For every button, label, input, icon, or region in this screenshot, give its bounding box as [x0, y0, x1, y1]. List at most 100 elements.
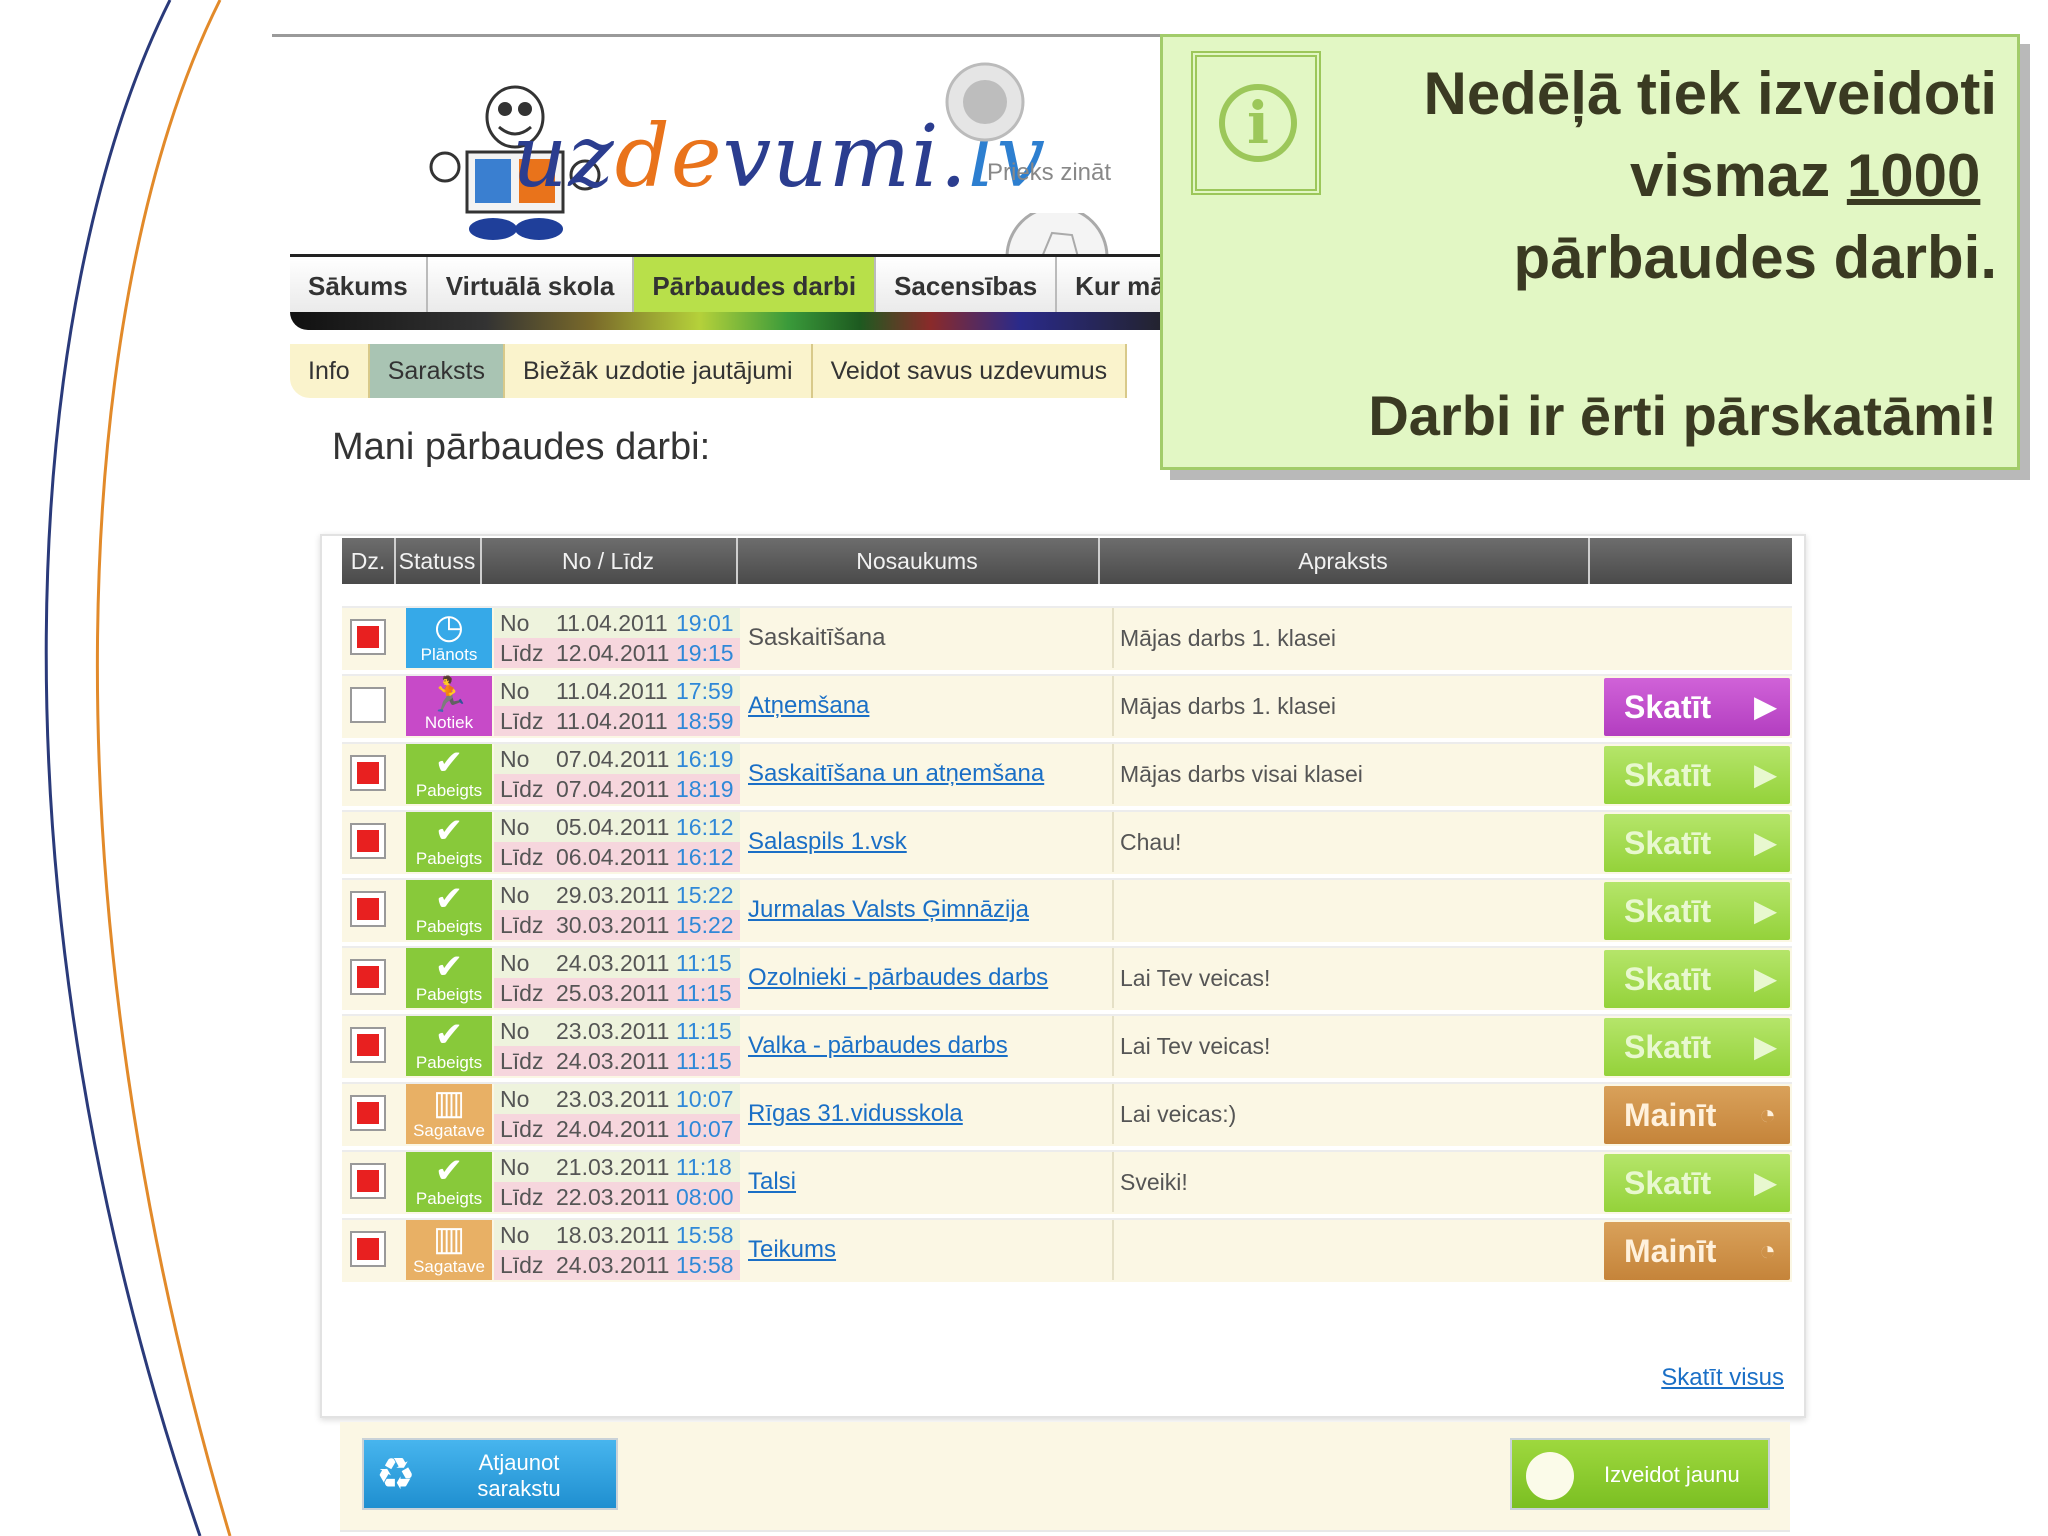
status-badge: ▥ Sagatave [406, 1084, 492, 1144]
test-description: Mājas darbs visai klasei [1112, 744, 1600, 804]
table-row: ✔ Pabeigts No 07.04.2011 16:19 Līdz 07.04.2011… [342, 742, 1792, 806]
row-action-button[interactable]: Skatīt ▶ [1604, 814, 1790, 872]
nav-tab-sacensibas[interactable]: Sacensības [876, 257, 1058, 315]
play-arrow-icon: ▶ [1754, 827, 1776, 858]
play-arrow-icon: ▶ [1754, 759, 1776, 790]
play-arrow-icon: ▶ [1754, 895, 1776, 926]
date-range: No 24.03.2011 11:15 Līdz 25.03.2011 11:15 [494, 948, 740, 1008]
row-action-button[interactable]: Skatīt ▶ [1604, 950, 1790, 1008]
site-header: uzdevumi.lv Prieks zināt [272, 34, 1172, 257]
subnav-create-own[interactable]: Veidot savus uzdevumus [813, 344, 1128, 398]
test-description [1112, 1220, 1600, 1280]
row-action-button[interactable]: Mainīt ◔ [1604, 1086, 1790, 1144]
row-action-button[interactable]: Skatīt ▶ [1604, 882, 1790, 940]
row-checkbox[interactable] [350, 1095, 386, 1131]
nav-tab-sakums[interactable]: Sākums [290, 257, 428, 315]
table-row: ✔ Pabeigts No 23.03.2011 11:15 Līdz 24.03.2011… [342, 1014, 1792, 1078]
barcode-icon: ▥ [432, 1084, 466, 1122]
table-row: ◷ Plānots No 11.04.2011 19:01 Līdz 12.04.2011 1… [342, 606, 1792, 670]
date-range: No 11.04.2011 17:59 Līdz 11.04.2011 18:59 [494, 676, 740, 736]
ball-icon [1005, 213, 1109, 257]
subnav-saraksts[interactable]: Saraksts [369, 344, 505, 398]
table-row: ✔ Pabeigts No 05.04.2011 16:12 Līdz 06.04.2011… [342, 810, 1792, 874]
test-name[interactable]: Valka - pārbaudes darbs [748, 1016, 1108, 1076]
test-name[interactable]: Talsi [748, 1152, 1108, 1212]
subnav-info[interactable]: Info [290, 344, 370, 398]
callout-headline: Nedēļā tiek izveidoti vismaz 1000 pārbau… [1377, 53, 1997, 299]
test-name[interactable]: Salaspils 1.vsk [748, 812, 1108, 872]
nav-tab-parbaudes-darbi[interactable]: Pārbaudes darbi [634, 257, 877, 315]
tests-table-panel: Dz. Statuss No / Līdz Nosaukums Apraksts… [320, 534, 1806, 1418]
create-new-button[interactable]: Izveidot jaunu [1510, 1438, 1770, 1510]
test-name[interactable]: Rīgas 31.vidusskola [748, 1084, 1108, 1144]
row-action-button[interactable]: Skatīt ▶ [1604, 746, 1790, 804]
nav-tab-virtuala-skola[interactable]: Virtuālā skola [427, 257, 635, 315]
callout-subline: Darbi ir ērti pārskatāmi! [1368, 384, 1997, 447]
col-nosaukums: Nosaukums [736, 538, 1100, 584]
row-checkbox[interactable] [350, 755, 386, 791]
date-range: No 23.03.2011 11:15 Līdz 24.03.2011 11:15 [494, 1016, 740, 1076]
barcode-icon: ▥ [432, 1220, 466, 1258]
refresh-label: Atjaunot sarakstu [477, 1450, 561, 1501]
col-dz: Dz. [342, 538, 396, 584]
table-row: ▥ Sagatave No 23.03.2011 10:07 Līdz 24.04.2011… [342, 1082, 1792, 1146]
date-range: No 11.04.2011 19:01 Līdz 12.04.2011 19:15 [494, 608, 740, 668]
table-row: ✔ Pabeigts No 29.03.2011 15:22 Līdz 30.03.2011… [342, 878, 1792, 942]
edit-icon: ◔ [1759, 1235, 1776, 1266]
row-checkbox[interactable] [350, 1163, 386, 1199]
checkmark-icon: ✔ [434, 812, 464, 850]
refresh-list-button[interactable]: ♻ Atjaunot sarakstu [362, 1438, 618, 1510]
row-action-button[interactable]: Skatīt ▶ [1604, 678, 1790, 736]
row-action-button[interactable]: Mainīt ◔ [1604, 1222, 1790, 1280]
col-statuss: Statuss [394, 538, 482, 584]
date-range: No 07.04.2011 16:19 Līdz 07.04.2011 18:19 [494, 744, 740, 804]
status-badge: ◷ Plānots [406, 608, 492, 668]
date-range: No 23.03.2011 10:07 Līdz 24.04.2011 10:07 [494, 1084, 740, 1144]
test-name[interactable]: Teikums [748, 1220, 1108, 1280]
running-icon: 🏃 [427, 676, 471, 714]
info-callout: i Nedēļā tiek izveidoti vismaz 1000 pārb… [1160, 34, 2020, 470]
sub-navigation: Info Saraksts Biežāk uzdotie jautājumi V… [290, 344, 1128, 398]
row-checkbox[interactable] [350, 1231, 386, 1267]
view-all-link[interactable]: Skatīt visus [1661, 1364, 1784, 1392]
status-badge: ▥ Sagatave [406, 1220, 492, 1280]
status-badge: ✔ Pabeigts [406, 948, 492, 1008]
row-checkbox[interactable] [350, 1027, 386, 1063]
play-arrow-icon: ▶ [1754, 691, 1776, 722]
test-name[interactable]: Saskaitīšana un atņemšana [748, 744, 1108, 804]
decorative-arcs [44, 0, 232, 1536]
col-apraksts: Apraksts [1098, 538, 1590, 584]
callout-line-3: pārbaudes darbi. [1513, 224, 1997, 291]
row-checkbox[interactable] [350, 959, 386, 995]
checkmark-icon: ✔ [434, 1152, 464, 1190]
status-badge: ✔ Pabeigts [406, 812, 492, 872]
nav-color-strip [290, 312, 1180, 330]
globe-icon [945, 62, 1025, 142]
test-description: Sveiki! [1112, 1152, 1600, 1212]
row-checkbox[interactable] [350, 687, 386, 723]
row-checkbox[interactable] [350, 823, 386, 859]
date-range: No 21.03.2011 11:18 Līdz 22.03.2011 08:00 [494, 1152, 740, 1212]
test-name[interactable]: Ozolnieki - pārbaudes darbs [748, 948, 1108, 1008]
row-checkbox[interactable] [350, 619, 386, 655]
recycle-icon: ♻ [376, 1450, 416, 1499]
edit-icon: ◔ [1759, 1099, 1776, 1130]
bottom-action-bar: ♻ Atjaunot sarakstu Izveidot jaunu [340, 1422, 1790, 1532]
test-name[interactable]: Jurmalas Valsts Ģimnāzija [748, 880, 1108, 940]
test-name[interactable]: Atņemšana [748, 676, 1108, 736]
row-action-button[interactable]: Skatīt ▶ [1604, 1018, 1790, 1076]
status-badge: ✔ Pabeigts [406, 1152, 492, 1212]
table-row: ✔ Pabeigts No 21.03.2011 11:18 Līdz 22.03.2011… [342, 1150, 1792, 1214]
table-row: ✔ Pabeigts No 24.03.2011 11:15 Līdz 25.03.2011… [342, 946, 1792, 1010]
date-range: No 18.03.2011 15:58 Līdz 24.03.2011 15:58 [494, 1220, 740, 1280]
subnav-faq[interactable]: Biežāk uzdotie jautājumi [505, 344, 813, 398]
test-description: Lai Tev veicas! [1112, 948, 1600, 1008]
callout-line-2: vismaz 1000 [1630, 142, 1981, 209]
test-description: Chau! [1112, 812, 1600, 872]
main-navigation: Sākums Virtuālā skola Pārbaudes darbi Sa… [290, 254, 1185, 315]
row-checkbox[interactable] [350, 891, 386, 927]
status-badge: ✔ Pabeigts [406, 880, 492, 940]
row-action-button[interactable]: Skatīt ▶ [1604, 1154, 1790, 1212]
status-badge: 🏃 Notiek [406, 676, 492, 736]
checkmark-icon: ✔ [434, 880, 464, 918]
